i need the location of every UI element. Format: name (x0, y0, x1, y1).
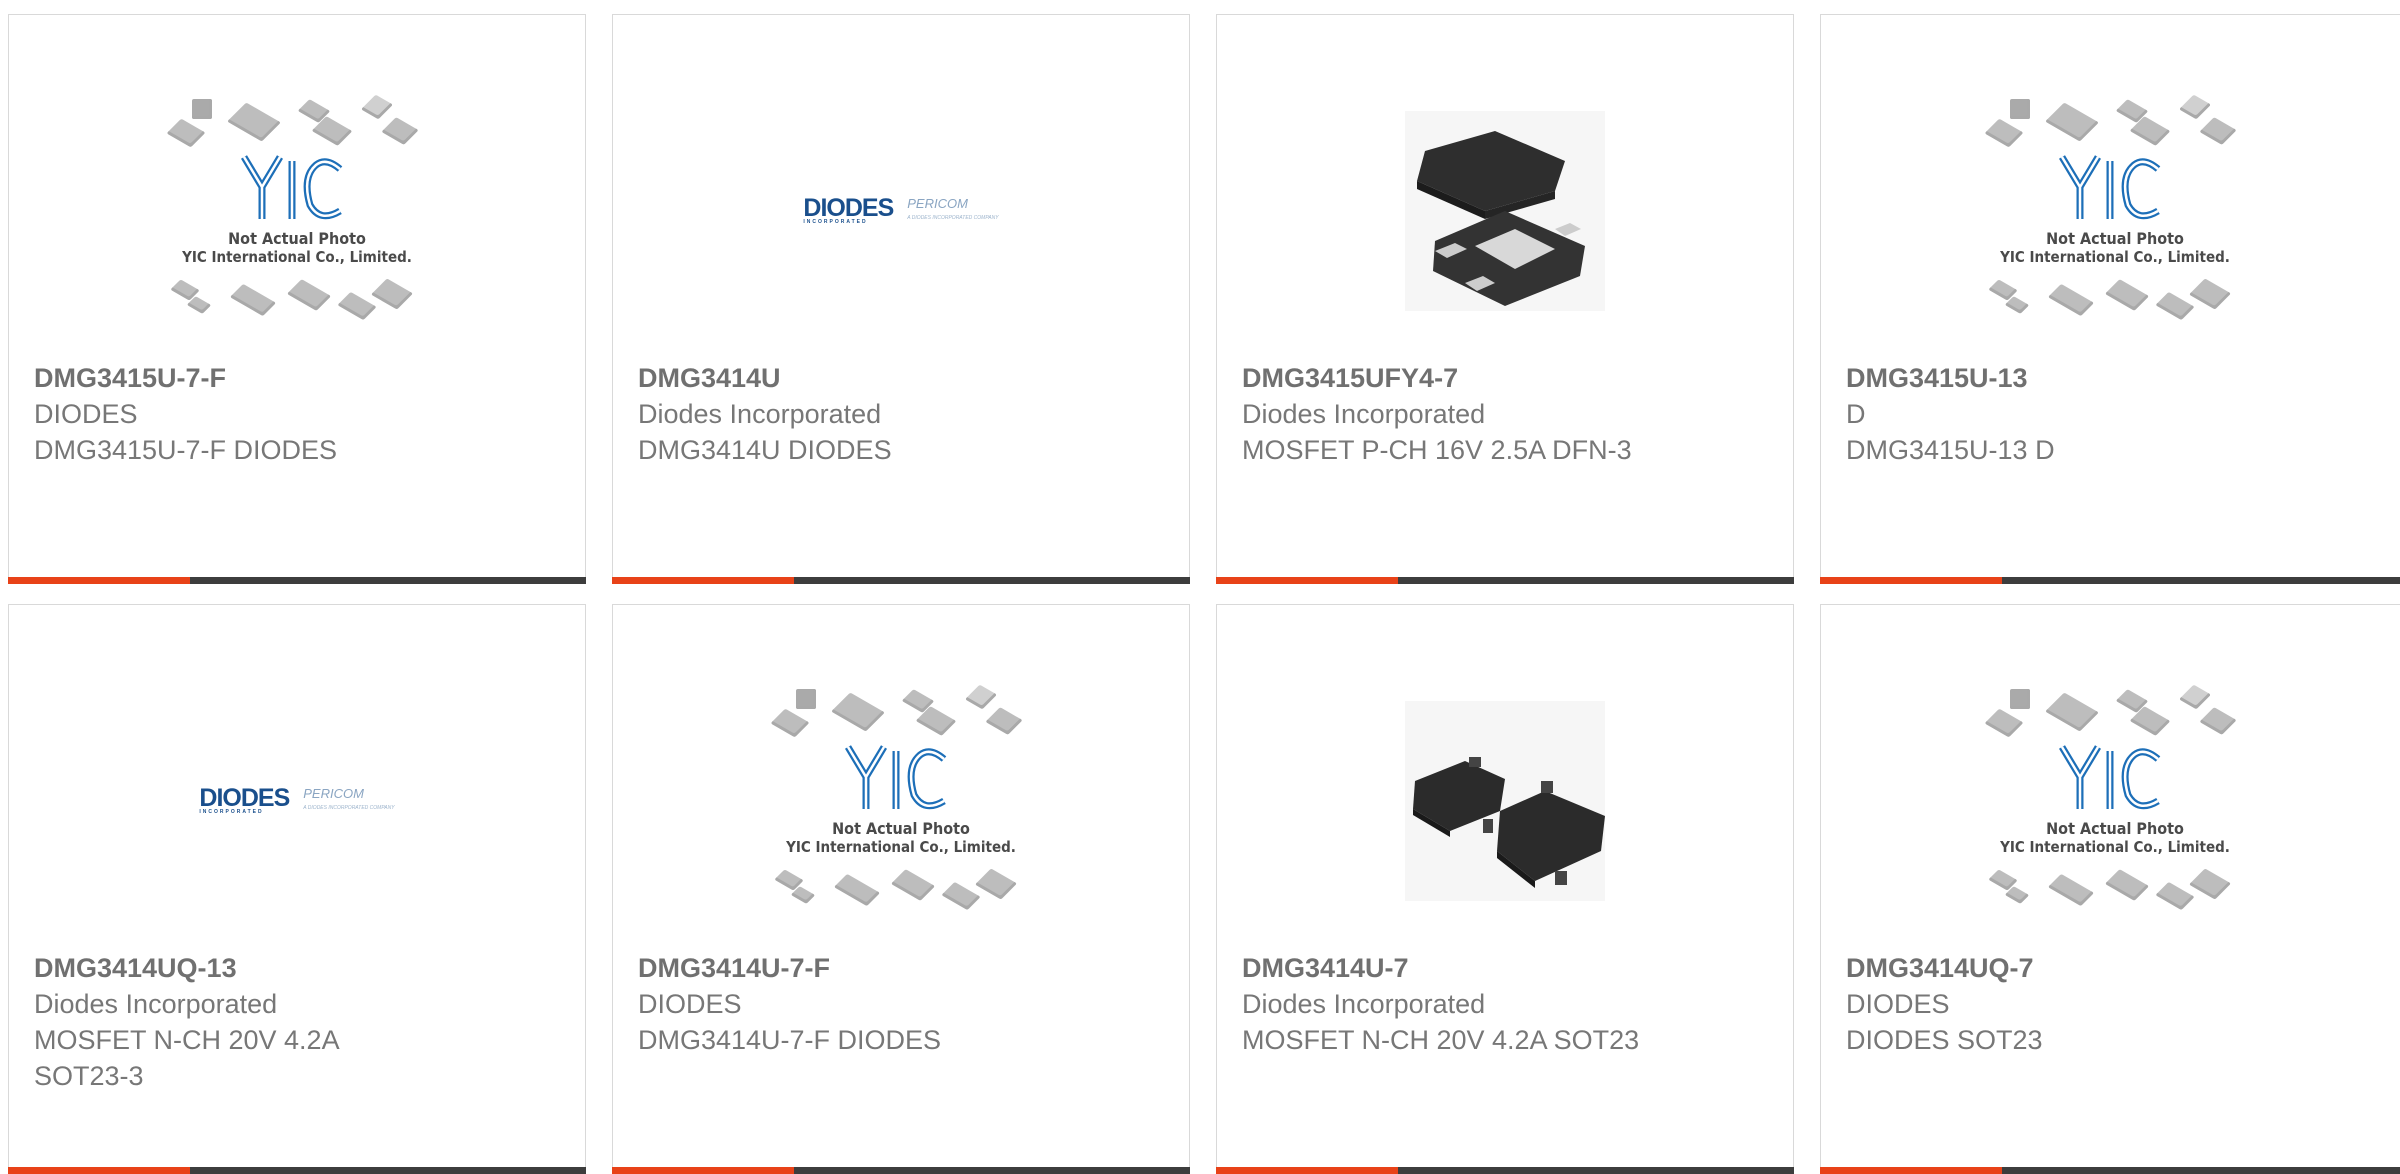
manufacturer: Diodes Incorporated (638, 399, 882, 429)
diodes-logo-image: DIODES INCORPORATED PERICOM A DIODES INCOR… (199, 784, 395, 816)
description: MOSFET N-CH 20V 4.2A SOT23-3 (34, 1025, 339, 1091)
product-image[interactable]: Not Actual Photo YIC International Co., … (1821, 645, 2400, 957)
product-card[interactable]: DIODES INCORPORATED PERICOM A DIODES INCOR… (8, 604, 586, 1174)
description: MOSFET P-CH 16V 2.5A DFN-3 (1242, 435, 1632, 465)
card-accent-bar (8, 577, 586, 584)
placeholder-caption: Not Actual Photo (228, 229, 366, 248)
part-number[interactable]: DMG3414UQ-7 (1846, 950, 2389, 986)
placeholder-company: YIC International Co., Limited. (182, 248, 412, 266)
description: DIODES SOT23 (1846, 1025, 2043, 1055)
pericom-logo-text: PERICOM (907, 196, 968, 211)
product-card[interactable]: DMG3415UFY4-7 Diodes Incorporated MOSFET… (1216, 14, 1794, 584)
product-card[interactable]: DMG3414U-7 Diodes Incorporated MOSFET N-… (1216, 604, 1794, 1174)
description: DMG3414U DIODES (638, 435, 892, 465)
card-accent-bar (1216, 577, 1794, 584)
yic-placeholder-image: Not Actual Photo YIC International Co., … (766, 681, 1036, 921)
card-accent-bar (612, 577, 1190, 584)
product-image[interactable]: Not Actual Photo YIC International Co., … (613, 645, 1189, 957)
sot23-package-photo (1405, 701, 1605, 901)
yic-logo (2058, 745, 2161, 810)
product-image[interactable] (1217, 645, 1793, 957)
pericom-logo-text: PERICOM (303, 786, 364, 801)
product-image[interactable]: DIODES INCORPORATED PERICOM A DIODES INCOR… (613, 55, 1189, 367)
card-accent-bar (8, 1167, 586, 1174)
product-card[interactable]: DIODES INCORPORATED PERICOM A DIODES INCOR… (612, 14, 1190, 584)
placeholder-company: YIC International Co., Limited. (2000, 838, 2230, 856)
yic-placeholder-image: Not Actual Photo YIC International Co., … (162, 91, 432, 331)
part-number[interactable]: DMG3414U-7 (1242, 950, 1773, 986)
product-image[interactable]: DIODES INCORPORATED PERICOM A DIODES INCOR… (9, 645, 585, 957)
part-number[interactable]: DMG3415U-7-F (34, 360, 565, 396)
yic-placeholder-image: Not Actual Photo YIC International Co., … (1980, 681, 2250, 921)
manufacturer: Diodes Incorporated (1242, 989, 1486, 1019)
manufacturer: Diodes Incorporated (34, 989, 278, 1019)
manufacturer: DIODES (638, 989, 742, 1019)
card-accent-bar (1216, 1167, 1794, 1174)
part-number[interactable]: DMG3414UQ-13 (34, 950, 565, 986)
product-image[interactable]: Not Actual Photo YIC International Co., … (9, 55, 585, 367)
placeholder-caption: Not Actual Photo (2046, 229, 2184, 248)
product-card[interactable]: Not Actual Photo YIC International Co., … (1820, 14, 2400, 584)
description: DMG3415U-7-F DIODES (34, 435, 338, 465)
description: DMG3414U-7-F DIODES (638, 1025, 942, 1055)
product-image[interactable] (1217, 55, 1793, 367)
part-number[interactable]: DMG3415U-13 (1846, 360, 2389, 396)
product-grid: Not Actual Photo YIC International Co., … (0, 0, 2400, 1174)
product-card[interactable]: Not Actual Photo YIC International Co., … (1820, 604, 2400, 1174)
description: MOSFET N-CH 20V 4.2A SOT23 (1242, 1025, 1640, 1055)
yic-logo (2058, 155, 2161, 220)
placeholder-company: YIC International Co., Limited. (2000, 248, 2230, 266)
placeholder-caption: Not Actual Photo (832, 819, 970, 838)
diodes-logo-image: DIODES INCORPORATED PERICOM A DIODES INCOR… (803, 194, 999, 226)
placeholder-company: YIC International Co., Limited. (786, 838, 1016, 856)
card-accent-bar (612, 1167, 1190, 1174)
card-accent-bar (1820, 1167, 2400, 1174)
description: DMG3415U-13 D (1846, 435, 2055, 465)
product-card[interactable]: Not Actual Photo YIC International Co., … (612, 604, 1190, 1174)
dfn-package-photo (1405, 111, 1605, 311)
part-number[interactable]: DMG3414U (638, 360, 1169, 396)
yic-placeholder-image: Not Actual Photo YIC International Co., … (1980, 91, 2250, 331)
manufacturer: DIODES (1846, 989, 1950, 1019)
placeholder-caption: Not Actual Photo (2046, 819, 2184, 838)
manufacturer: Diodes Incorporated (1242, 399, 1486, 429)
card-accent-bar (1820, 577, 2400, 584)
diodes-logo-text: DIODES (199, 784, 290, 812)
diodes-logo-text: DIODES (803, 194, 894, 222)
yic-logo (844, 745, 947, 810)
part-number[interactable]: DMG3414U-7-F (638, 950, 1169, 986)
product-card[interactable]: Not Actual Photo YIC International Co., … (8, 14, 586, 584)
product-image[interactable]: Not Actual Photo YIC International Co., … (1821, 55, 2400, 367)
yic-logo (240, 155, 343, 220)
manufacturer: DIODES (34, 399, 138, 429)
part-number[interactable]: DMG3415UFY4-7 (1242, 360, 1773, 396)
manufacturer: D (1846, 399, 1866, 429)
